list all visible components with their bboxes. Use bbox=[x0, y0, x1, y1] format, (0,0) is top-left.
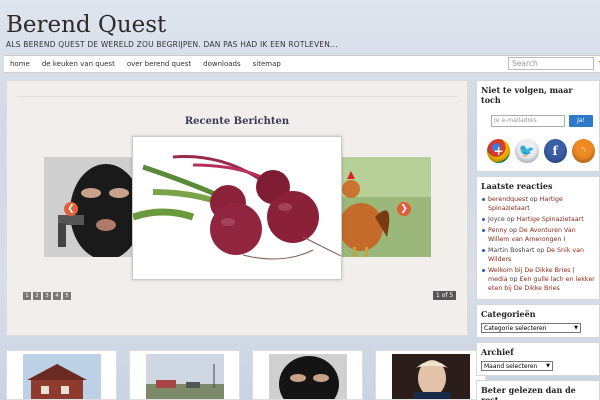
pager-3[interactable]: 3 bbox=[43, 292, 51, 300]
comments-title: Laatste reacties bbox=[481, 181, 553, 191]
pager-4[interactable]: 4 bbox=[53, 292, 61, 300]
slider-pager: 1 2 3 4 5 bbox=[23, 292, 71, 300]
post-thumb-house[interactable] bbox=[6, 350, 117, 400]
comment-post-link[interactable]: Hartige Spinazietaart bbox=[517, 216, 584, 223]
post-thumb-portrait[interactable] bbox=[375, 350, 486, 400]
list-item: Martin Boshart op De Snik van Wilders bbox=[481, 246, 595, 264]
comment-list: berendquest op Hartige Spinazietaart Joy… bbox=[481, 195, 595, 293]
post-thumb-balaclava[interactable] bbox=[252, 350, 363, 400]
house-image bbox=[23, 354, 101, 399]
better-read-widget: Beter gelezen dan de rest.. bbox=[476, 380, 600, 400]
street-image bbox=[146, 354, 224, 399]
divider bbox=[17, 96, 457, 97]
slider-prev-button[interactable]: ❮ bbox=[64, 202, 78, 216]
archive-title: Archief bbox=[481, 347, 514, 357]
sidebar: Niet te volgen, maar toch Je e-mailadres… bbox=[476, 80, 600, 400]
comments-widget: Laatste reacties berendquest op Hartige … bbox=[476, 176, 600, 300]
search-input[interactable]: Search bbox=[508, 57, 594, 70]
nav-keuken[interactable]: de keuken van quest bbox=[36, 60, 121, 68]
follow-widget: Niet te volgen, maar toch Je e-mailadres… bbox=[476, 80, 600, 172]
slider-next-button[interactable]: ❯ bbox=[397, 202, 411, 216]
slider-heading: Recente Berichten bbox=[184, 116, 290, 127]
site-header: Berend Quest ALS BEREND QUEST DE WERELD … bbox=[6, 12, 338, 49]
slide-main-beets[interactable] bbox=[132, 136, 342, 280]
nav-home[interactable]: home bbox=[4, 60, 36, 68]
site-title[interactable]: Berend Quest bbox=[6, 12, 338, 38]
list-item: Joyce op Hartige Spinazietaart bbox=[481, 215, 595, 224]
list-item: Penny op De Avonturen Van Willem van Ame… bbox=[481, 226, 595, 244]
archive-select[interactable]: Maand selecteren ▼ bbox=[481, 361, 553, 371]
email-field[interactable]: Je e-mailadres bbox=[491, 115, 565, 127]
site-tagline: ALS BEREND QUEST DE WERELD ZOU BEGRIJPEN… bbox=[6, 40, 338, 49]
better-read-title: Beter gelezen dan de rest.. bbox=[481, 385, 576, 400]
subscribe-form: Je e-mailadres Ja! bbox=[491, 115, 595, 127]
follow-title: Niet te volgen, maar toch bbox=[481, 85, 573, 105]
subscribe-button[interactable]: Ja! bbox=[569, 115, 593, 127]
comment-author[interactable]: berendquest bbox=[488, 196, 528, 203]
comment-author[interactable]: Penny bbox=[488, 227, 507, 234]
post-thumb-street[interactable] bbox=[129, 350, 240, 400]
archive-widget: Archief Maand selecteren ▼ bbox=[476, 342, 600, 376]
nav-downloads[interactable]: downloads bbox=[197, 60, 247, 68]
facebook-icon[interactable]: f bbox=[543, 139, 567, 163]
comment-author: Joyce bbox=[488, 216, 505, 223]
list-item: Welkom bij De Dikke Bries | media op Een… bbox=[481, 266, 595, 293]
pager-2[interactable]: 2 bbox=[33, 292, 41, 300]
balaclava-thumb-image bbox=[269, 354, 347, 399]
list-item: berendquest op Hartige Spinazietaart bbox=[481, 195, 595, 213]
category-select[interactable]: Categorie selecteren ▼ bbox=[481, 323, 581, 333]
main-nav: home de keuken van quest over berend que… bbox=[4, 55, 600, 73]
rss-feed-icon[interactable]: ◝ bbox=[571, 139, 595, 163]
featured-slider: Recente Berichten ❮ ❯ 1 2 3 4 5 1 of 5 bbox=[6, 80, 468, 336]
chevron-down-icon: ▼ bbox=[574, 325, 578, 331]
twitter-icon[interactable]: 🐦 bbox=[515, 139, 539, 163]
beets-image bbox=[133, 137, 341, 279]
portrait-image bbox=[392, 354, 470, 399]
social-links: + 🐦 f ◝ bbox=[487, 139, 595, 163]
pager-1[interactable]: 1 bbox=[23, 292, 31, 300]
google-plus-icon[interactable]: + bbox=[487, 139, 511, 163]
chevron-down-icon: ▼ bbox=[546, 363, 550, 369]
nav-sitemap[interactable]: sitemap bbox=[247, 60, 287, 68]
nav-over[interactable]: over berend quest bbox=[121, 60, 197, 68]
slide-count: 1 of 5 bbox=[433, 291, 457, 300]
categories-widget: Categorieën Categorie selecteren ▼ bbox=[476, 304, 600, 338]
pager-5[interactable]: 5 bbox=[63, 292, 71, 300]
categories-title: Categorieën bbox=[481, 309, 536, 319]
comment-author: Martin Boshart bbox=[488, 247, 535, 254]
post-thumbnails bbox=[6, 350, 486, 400]
